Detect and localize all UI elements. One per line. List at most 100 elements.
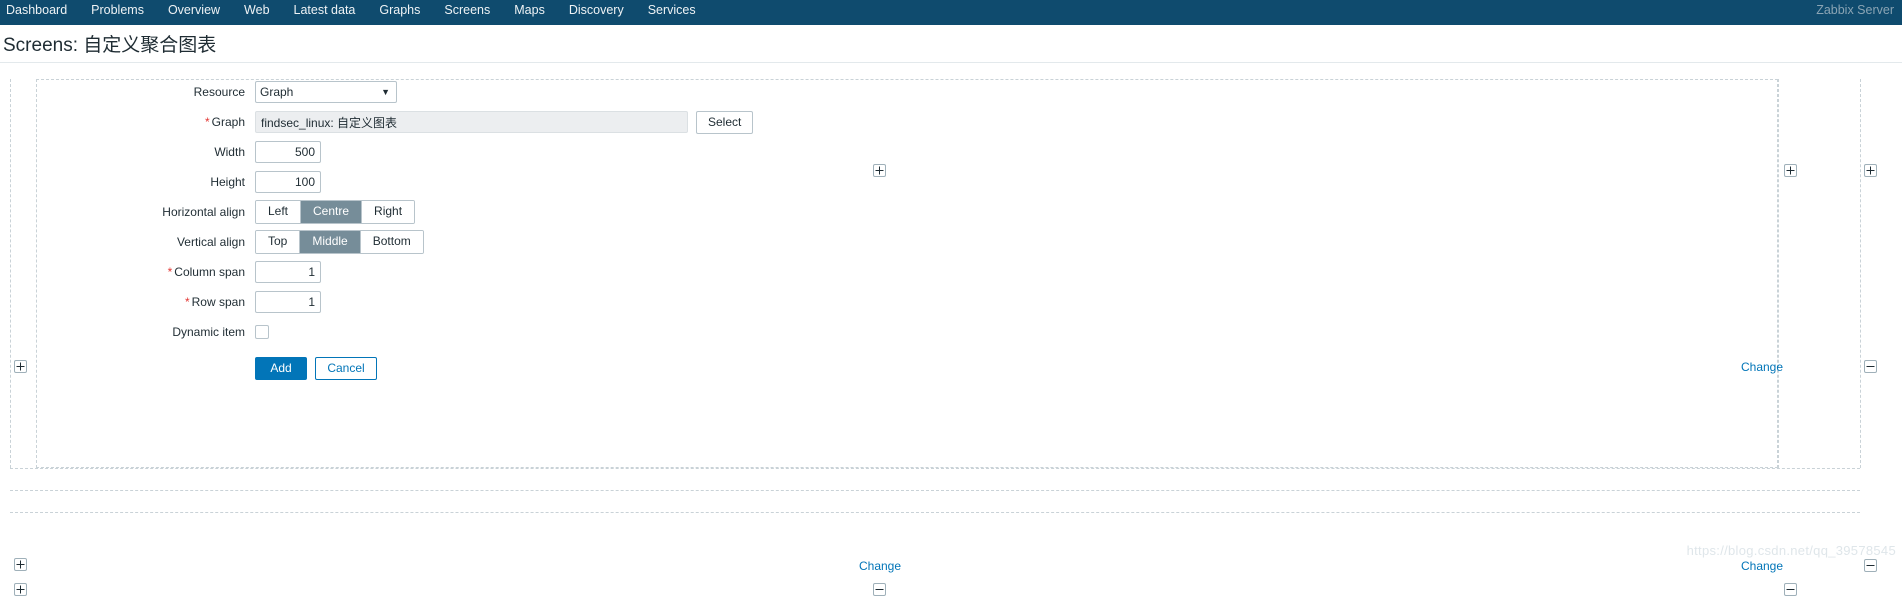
change-link[interactable]: Change <box>859 559 901 573</box>
vertical-align-option-top[interactable]: Top <box>256 231 301 253</box>
width-input[interactable] <box>255 141 321 163</box>
add-row-bottom-left-button-2[interactable] <box>14 583 27 596</box>
row-divider-bottom-3 <box>10 512 1860 513</box>
remove-row-bottom-right-button[interactable] <box>1784 583 1797 596</box>
nav-item-maps[interactable]: Maps <box>502 0 557 21</box>
nav-underline <box>0 21 1902 25</box>
nav-item-dashboard[interactable]: Dashboard <box>0 0 79 21</box>
row-divider-bottom-2 <box>10 490 1860 491</box>
plus-icon <box>16 362 25 371</box>
minus-icon <box>1786 589 1795 590</box>
horizontal-align-option-centre[interactable]: Centre <box>301 201 363 223</box>
vertical-align-radiolist: Top Middle Bottom <box>255 230 424 254</box>
row-span-label-text: Row span <box>191 295 245 309</box>
select-graph-button[interactable]: Select <box>696 110 754 134</box>
form-row-width: Width <box>40 141 1510 163</box>
row-span-input[interactable] <box>255 291 321 313</box>
add-column-far-right-button[interactable] <box>1864 164 1877 177</box>
plus-icon <box>16 560 25 569</box>
resource-select-wrap: Graph ▼ <box>255 81 397 103</box>
watermark: https://blog.csdn.net/qq_39578545 <box>1686 543 1896 558</box>
remove-row-bottom-button[interactable] <box>873 583 886 596</box>
nav-item-services[interactable]: Services <box>636 0 708 21</box>
add-row-left-button[interactable] <box>14 360 27 373</box>
minus-icon <box>1866 366 1875 367</box>
nav-item-label: Overview <box>167 3 221 17</box>
required-asterisk: * <box>184 295 190 309</box>
nav-item-label: Web <box>244 3 270 17</box>
nav-item-latest-data[interactable]: Latest data <box>282 0 368 21</box>
nav-item-label: Discovery <box>568 3 624 17</box>
column-divider-right <box>1778 79 1779 468</box>
required-asterisk: * <box>204 115 210 129</box>
nav-item-screens[interactable]: Screens <box>432 0 502 24</box>
dynamic-item-checkbox[interactable] <box>255 325 269 339</box>
add-row-bottom-left-button[interactable] <box>14 558 27 571</box>
page-title: Screens: 自定义聚合图表 <box>3 35 217 56</box>
graph-label-text: Graph <box>211 115 245 129</box>
add-column-right-button[interactable] <box>1784 164 1797 177</box>
nav-item-graphs[interactable]: Graphs <box>367 0 432 21</box>
nav-item-discovery[interactable]: Discovery <box>557 0 636 21</box>
vertical-align-option-bottom[interactable]: Bottom <box>360 231 423 253</box>
change-cell-bottom[interactable]: Change <box>859 559 901 573</box>
nav-item-web[interactable]: Web <box>232 0 281 21</box>
dynamic-item-label: Dynamic item <box>172 325 245 339</box>
horizontal-align-option-left[interactable]: Left <box>256 201 302 223</box>
nav-item-overview[interactable]: Overview <box>156 0 232 21</box>
height-input[interactable] <box>255 171 321 193</box>
screen-builder: Change Resource Graph ▼ * Graph findsec_… <box>0 63 1902 596</box>
form-row-height: Height <box>40 171 1510 193</box>
nav-item-label: Services <box>647 3 696 17</box>
nav-item-label: Maps <box>514 3 545 17</box>
add-button[interactable]: Add <box>255 356 307 380</box>
server-label: Zabbix Server <box>1816 3 1894 17</box>
plus-icon <box>1786 166 1795 175</box>
form-row-graph: *Graph Select <box>40 110 1510 134</box>
form-row-resource: Resource Graph ▼ <box>40 81 1510 103</box>
plus-icon <box>16 585 25 594</box>
screen-element-form: Resource Graph ▼ *Graph Select Wi <box>40 81 1510 380</box>
graph-label: * Graph <box>40 115 255 129</box>
form-row-dynamic-item: Dynamic item <box>40 321 1510 343</box>
height-label: Height <box>210 175 245 189</box>
vertical-align-label: Vertical align <box>176 235 245 249</box>
remove-column-right-button[interactable] <box>1864 360 1877 373</box>
change-cell-bottom-right[interactable]: Change <box>1741 559 1783 573</box>
form-row-column-span: * Column span <box>40 261 1510 283</box>
graph-input[interactable] <box>255 111 688 133</box>
column-divider-left <box>10 79 11 468</box>
form-row-actions: Add Cancel <box>40 356 1510 380</box>
column-span-label-text: Column span <box>174 265 245 279</box>
minus-icon <box>875 589 884 590</box>
row-divider-bottom <box>10 468 1860 469</box>
vertical-align-option-middle[interactable]: Middle <box>300 231 361 253</box>
horizontal-align-radiolist: Left Centre Right <box>255 200 416 224</box>
row-span-label: * Row span <box>40 295 255 309</box>
change-link[interactable]: Change <box>1741 559 1783 573</box>
page-header: Screens: 自定义聚合图表 <box>0 25 1902 63</box>
nav-item-label: Latest data <box>293 3 356 17</box>
form-row-vertical-align: Vertical align Top Middle Bottom <box>40 230 1510 254</box>
nav-item-label: Dashboard <box>6 3 68 17</box>
nav-items: Dashboard Problems Overview Web Latest d… <box>0 0 708 24</box>
cancel-button[interactable]: Cancel <box>315 356 377 380</box>
resource-select[interactable]: Graph <box>255 81 397 103</box>
nav-item-label: Screens <box>444 3 491 17</box>
required-asterisk: * <box>167 265 173 279</box>
nav-item-problems[interactable]: Problems <box>79 0 156 21</box>
main-navigation: Dashboard Problems Overview Web Latest d… <box>0 0 1902 24</box>
change-cell-right[interactable]: Change <box>1741 360 1783 374</box>
horizontal-align-label: Horizontal align <box>162 205 245 219</box>
plus-icon <box>1866 166 1875 175</box>
nav-item-label: Problems <box>91 3 144 17</box>
form-row-horizontal-align: Horizontal align Left Centre Right <box>40 200 1510 224</box>
minus-icon <box>1866 565 1875 566</box>
column-span-input[interactable] <box>255 261 321 283</box>
width-label: Width <box>214 145 245 159</box>
horizontal-align-option-right[interactable]: Right <box>362 201 415 223</box>
remove-column-bottom-right-button[interactable] <box>1864 559 1877 572</box>
column-span-label: * Column span <box>40 265 255 279</box>
change-link[interactable]: Change <box>1741 360 1783 374</box>
column-divider-far-right <box>1860 79 1861 468</box>
